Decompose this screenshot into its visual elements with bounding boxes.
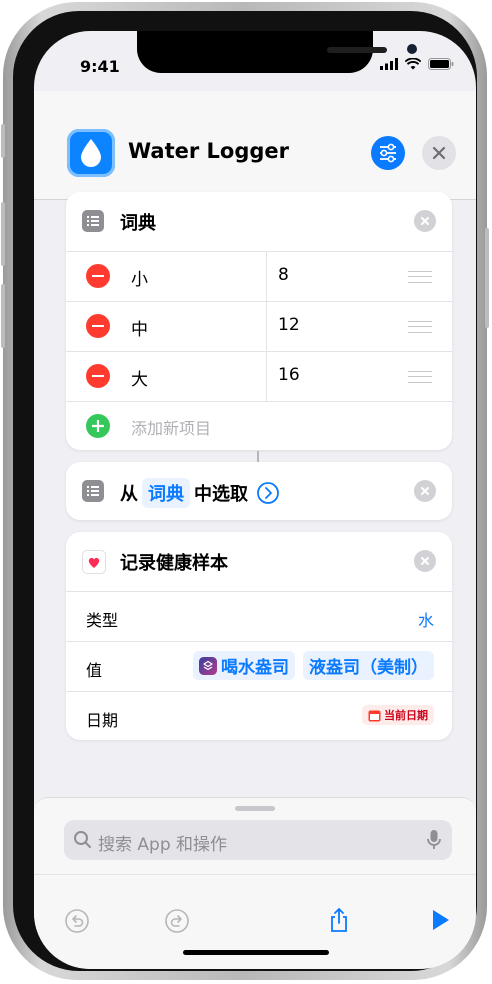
current-date-token[interactable]: 当前日期 xyxy=(362,705,434,725)
choose-suffix: 中选取 xyxy=(194,484,248,505)
search-bar[interactable]: 搜索 App 和操作 xyxy=(64,820,452,860)
health-sample-title: 记录健康样本 xyxy=(120,553,228,574)
toolbar-divider xyxy=(34,874,476,875)
type-value[interactable]: 水 xyxy=(418,607,434,631)
microphone-icon[interactable] xyxy=(426,829,442,851)
shortcut-input-label: 喝水盎司 xyxy=(221,658,289,678)
add-item-button[interactable] xyxy=(86,414,110,438)
divider xyxy=(66,351,452,352)
redo-icon[interactable] xyxy=(164,908,190,934)
list-icon xyxy=(82,210,104,232)
delete-row-button[interactable] xyxy=(86,364,110,388)
chevron-right-circle-icon[interactable] xyxy=(256,481,280,505)
reorder-handle[interactable] xyxy=(408,371,432,383)
side-button xyxy=(485,228,489,328)
shortcut-icon xyxy=(199,656,217,675)
mute-switch xyxy=(1,124,5,158)
status-time: 9:41 xyxy=(80,57,120,76)
shortcut-header: Water Logger xyxy=(34,91,476,200)
unit-token[interactable]: 液盎司（美制） xyxy=(303,651,434,680)
dictionary-key[interactable]: 小 xyxy=(131,265,148,290)
sheet-grabber[interactable] xyxy=(235,806,275,811)
notch xyxy=(137,31,417,73)
divider xyxy=(66,641,452,642)
divider xyxy=(66,691,452,692)
delete-row-button[interactable] xyxy=(86,264,110,288)
choose-from-action-card[interactable]: 从 词典 中选取 xyxy=(66,462,452,520)
divider xyxy=(66,251,452,252)
divider xyxy=(66,401,452,402)
divider xyxy=(66,591,452,592)
close-icon xyxy=(421,487,429,495)
dictionary-key[interactable]: 大 xyxy=(131,365,148,390)
bezel: 9:41 Water Logger 词典 小 8 中 12 大 16 添加新项目… xyxy=(13,11,477,971)
list-icon xyxy=(82,480,104,502)
delete-row-button[interactable] xyxy=(86,314,110,338)
log-health-sample-card[interactable]: 记录健康样本 类型 水 值 喝水盎司 液盎司（美制） 日期 当前日期 xyxy=(66,532,452,740)
health-heart-icon xyxy=(88,557,100,568)
share-icon[interactable] xyxy=(326,906,352,934)
value-tokens: 喝水盎司 液盎司（美制） xyxy=(193,651,434,680)
home-indicator xyxy=(183,950,329,955)
close-button[interactable] xyxy=(422,136,456,170)
current-date-label: 当前日期 xyxy=(384,709,428,722)
speaker xyxy=(327,47,387,53)
plus-icon xyxy=(92,420,104,432)
choose-prefix: 从 xyxy=(120,484,138,505)
value-label: 值 xyxy=(86,661,103,680)
dictionary-value[interactable]: 16 xyxy=(278,365,300,385)
calendar-icon xyxy=(368,710,381,721)
close-icon xyxy=(432,146,446,160)
dictionary-action-card[interactable]: 词典 小 8 中 12 大 16 添加新项目 xyxy=(66,192,452,450)
front-camera xyxy=(407,44,417,54)
dictionary-key[interactable]: 中 xyxy=(131,315,148,340)
dictionary-variable-token[interactable]: 词典 xyxy=(142,478,190,508)
dictionary-value[interactable]: 8 xyxy=(278,265,289,285)
wifi-icon xyxy=(405,58,421,70)
search-input[interactable]: 搜索 App 和操作 xyxy=(98,830,227,855)
cellular-signal-icon xyxy=(380,58,398,70)
action-search-sheet: 搜索 App 和操作 xyxy=(34,797,476,969)
shortcut-app-icon[interactable] xyxy=(67,129,115,177)
type-label: 类型 xyxy=(86,611,119,630)
play-icon[interactable] xyxy=(428,908,452,932)
search-icon xyxy=(74,831,91,848)
undo-icon[interactable] xyxy=(64,908,90,934)
shortcut-title[interactable]: Water Logger xyxy=(128,139,289,163)
status-icons xyxy=(380,58,454,70)
reorder-handle[interactable] xyxy=(408,271,432,283)
shortcut-input-token[interactable]: 喝水盎司 xyxy=(193,651,295,680)
remove-action-button[interactable] xyxy=(414,550,436,572)
add-new-item-label[interactable]: 添加新项目 xyxy=(131,415,211,439)
choose-from-sentence: 从 词典 中选取 xyxy=(120,478,280,508)
dictionary-title: 词典 xyxy=(120,213,156,234)
screen: 9:41 Water Logger 词典 小 8 中 12 大 16 添加新项目… xyxy=(34,31,476,969)
reorder-handle[interactable] xyxy=(408,321,432,333)
phone-frame: 9:41 Water Logger 词典 小 8 中 12 大 16 添加新项目… xyxy=(1,2,489,980)
close-icon xyxy=(421,217,429,225)
settings-button[interactable] xyxy=(371,136,405,170)
divider xyxy=(66,301,452,302)
connector-line xyxy=(257,451,259,462)
settings-sliders-icon xyxy=(380,143,396,163)
date-label: 日期 xyxy=(86,711,119,730)
column-divider xyxy=(266,251,267,401)
volume-down-button xyxy=(1,284,5,348)
dictionary-value[interactable]: 12 xyxy=(278,315,300,335)
battery-icon xyxy=(428,58,454,70)
volume-up-button xyxy=(1,202,5,266)
water-drop-icon xyxy=(81,139,101,167)
health-app-icon xyxy=(82,550,106,574)
remove-action-button[interactable] xyxy=(414,480,436,502)
remove-action-button[interactable] xyxy=(414,210,436,232)
close-icon xyxy=(421,557,429,565)
